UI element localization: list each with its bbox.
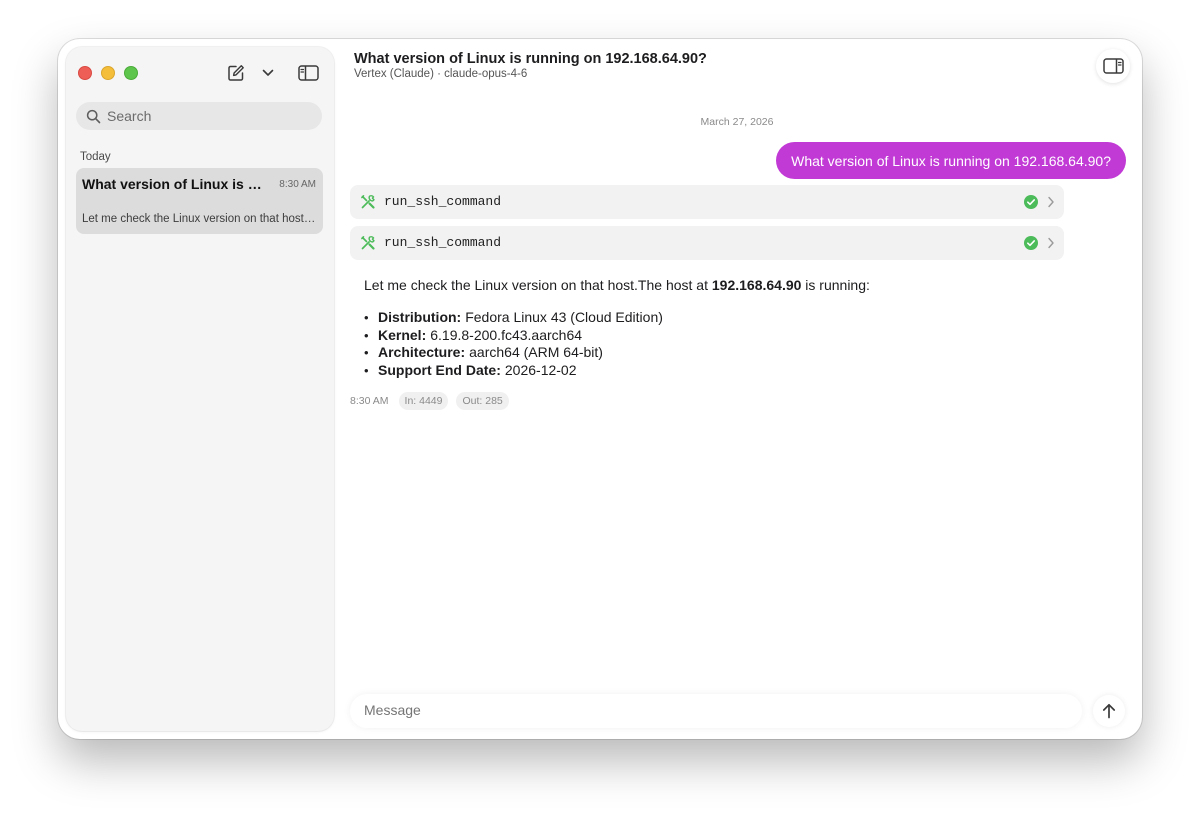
sidebar: Today What version of Linux is running o… bbox=[66, 47, 334, 731]
arrow-up-icon bbox=[1102, 703, 1116, 719]
window-close-button[interactable] bbox=[78, 66, 92, 80]
search-field[interactable] bbox=[76, 102, 322, 130]
chat-title: What version of Linux is running on 192.… bbox=[354, 51, 707, 67]
tools-icon bbox=[361, 195, 375, 209]
fact-key: Distribution: bbox=[378, 309, 462, 325]
list-item: • Distribution: Fedora Linux 43 (Cloud Edi… bbox=[364, 309, 1064, 327]
message-meta: 8:30 AM In: 4449 Out: 285 bbox=[350, 392, 517, 410]
chevron-down-icon[interactable] bbox=[260, 65, 276, 81]
chat-pane: What version of Linux is running on 192.… bbox=[334, 39, 1142, 739]
bullet: • bbox=[364, 345, 369, 360]
bullet: • bbox=[364, 362, 369, 378]
check-circle-icon bbox=[1024, 236, 1038, 250]
fact-value: Fedora Linux 43 (Cloud Edition) bbox=[465, 309, 663, 325]
fact-key: Kernel: bbox=[378, 326, 427, 343]
inspector-toggle-button[interactable] bbox=[1096, 49, 1130, 83]
fact-value: 2026-12-02 bbox=[504, 361, 577, 378]
sidebar-toggle-icon[interactable] bbox=[297, 63, 319, 83]
conversation-time: 8:30 AM bbox=[279, 179, 316, 190]
tool-call-row[interactable]: run_ssh_command bbox=[350, 226, 1064, 260]
check-circle-icon bbox=[1024, 195, 1038, 209]
conversation-item[interactable]: What version of Linux is running on 192.… bbox=[76, 168, 323, 234]
compose-icon[interactable] bbox=[226, 63, 246, 83]
inspector-toggle-icon bbox=[1102, 58, 1124, 74]
chat-subtitle: Vertex (Claude) · claude-opus-4-6 bbox=[354, 68, 528, 80]
tokens-out-badge: Out: 285 bbox=[456, 392, 509, 410]
user-message-bubble: What version of Linux is running on 192.… bbox=[776, 142, 1126, 179]
search-icon bbox=[85, 108, 101, 124]
fact-key: Architecture: bbox=[378, 344, 466, 360]
window-minimize-button[interactable] bbox=[101, 66, 115, 80]
message-input[interactable] bbox=[364, 702, 1064, 718]
bullet: • bbox=[364, 327, 369, 343]
fact-value: aarch64 (ARM 64-bit) bbox=[469, 344, 603, 360]
tool-name: run_ssh_command bbox=[384, 235, 502, 250]
tokens-in-badge: In: 4449 bbox=[398, 392, 449, 410]
intro-prefix: Let me check the Linux version on that h… bbox=[364, 277, 712, 293]
message-timestamp: 8:30 AM bbox=[350, 395, 389, 407]
intro-suffix: is running: bbox=[801, 277, 870, 293]
message-composer[interactable] bbox=[350, 694, 1082, 728]
search-input[interactable] bbox=[107, 108, 307, 124]
tool-call-row[interactable]: run_ssh_command bbox=[350, 185, 1064, 219]
tool-name: run_ssh_command bbox=[384, 194, 502, 209]
chevron-right-icon[interactable] bbox=[1047, 237, 1055, 249]
list-item: • Support End Date: 2026-12-02 bbox=[364, 362, 1064, 380]
chevron-right-icon[interactable] bbox=[1047, 196, 1055, 208]
assistant-intro: Let me check the Linux version on that h… bbox=[364, 276, 1064, 294]
list-item: • Architecture: aarch64 (ARM 64-bit) bbox=[364, 344, 1064, 362]
tools-icon bbox=[361, 236, 375, 250]
send-button[interactable] bbox=[1093, 695, 1125, 727]
assistant-message: Let me check the Linux version on that h… bbox=[364, 276, 1064, 379]
fact-value: 6.19.8-200.fc43.aarch64 bbox=[430, 326, 583, 343]
window-maximize-button[interactable] bbox=[124, 66, 138, 80]
section-label-today: Today bbox=[80, 151, 111, 163]
date-separator: March 27, 2026 bbox=[700, 116, 774, 128]
conversation-preview: Let me check the Linux version on that h… bbox=[82, 213, 318, 225]
intro-host: 192.168.64.90 bbox=[711, 277, 802, 293]
fact-key: Support End Date: bbox=[378, 361, 501, 378]
bullet: • bbox=[364, 310, 369, 325]
app-window: Today What version of Linux is running o… bbox=[58, 39, 1142, 739]
system-facts-list: • Distribution: Fedora Linux 43 (Cloud Edi… bbox=[364, 309, 1064, 379]
list-item: • Kernel: 6.19.8-200.fc43.aarch64 bbox=[364, 327, 1064, 345]
conversation-title: What version of Linux is running on 192.… bbox=[82, 176, 264, 192]
